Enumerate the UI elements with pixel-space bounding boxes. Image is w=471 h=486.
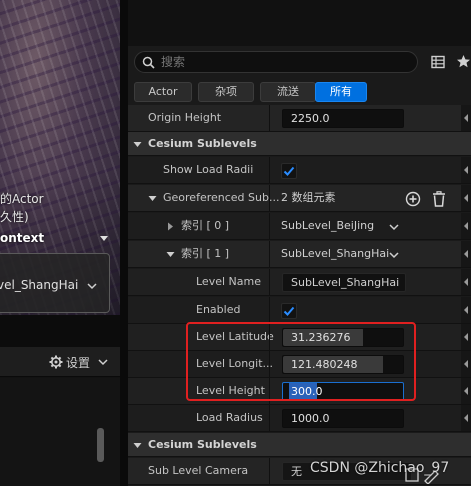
category-cesium-sublevels[interactable]: Cesium Sublevels [128,132,471,156]
column-divider[interactable] [269,105,270,131]
scrollbar-thumb[interactable] [97,428,104,462]
reset-arrow[interactable] [461,105,471,131]
chevron-down-icon[interactable] [389,250,399,260]
property-label: Georeferenced Sub... [163,191,280,204]
origin-height-input[interactable]: 2250.0 [282,109,404,128]
chevron-down-icon[interactable] [98,357,108,367]
array-count: 2 数组元素 [281,191,336,204]
search-input[interactable] [161,53,411,71]
column-divider[interactable] [269,269,270,295]
check-icon [283,306,295,316]
column-divider[interactable] [269,297,270,323]
load-radius-input[interactable]: 1000.0 [282,409,404,428]
panel-divider [0,315,120,347]
column-divider[interactable] [269,458,270,484]
reset-arrow[interactable] [461,157,471,183]
star-icon[interactable] [456,54,471,69]
reset-arrow[interactable] [461,269,471,295]
filter-tab-streaming[interactable]: 流送 [260,82,316,102]
column-divider[interactable] [269,157,270,183]
property-row-origin-height: Origin Height 2250.0 [128,105,471,132]
reset-arrow[interactable] [461,378,471,404]
filter-tab-misc[interactable]: 杂项 [198,82,254,102]
column-divider[interactable] [269,185,270,211]
column-divider[interactable] [269,405,270,431]
reset-arrow[interactable] [461,213,471,239]
reset-arrow[interactable] [461,241,471,267]
reset-arrow[interactable] [461,405,471,431]
gear-icon[interactable] [49,355,63,369]
outliner-toolbar: 设置 [0,347,120,377]
property-row-index-1: 索引 [ 1 ] SubLevel_ShangHai [128,241,471,268]
chevron-down-icon [133,142,142,147]
dropdown-arrow-icon[interactable] [98,232,110,244]
property-label: Sub Level Camera [148,464,249,477]
level-name-input[interactable]: SubLevel_ShangHai [282,273,406,292]
chevron-down-icon [87,283,97,290]
settings-button[interactable]: 设置 [66,354,90,371]
chevron-down-icon[interactable] [148,194,157,203]
chevron-down-icon[interactable] [166,250,175,259]
property-label: Show Load Radii [163,163,254,176]
number-value: 1000.0 [291,412,330,425]
property-row-georeferenced-sublevels: Georeferenced Sub... 2 数组元素 [128,185,471,212]
chevron-down-icon[interactable] [389,222,399,232]
search-icon [142,56,155,69]
filter-tab-actor[interactable]: Actor [134,82,192,102]
show-load-radii-checkbox[interactable] [281,163,297,179]
annotation-highlight-box [186,322,416,401]
details-panel: Actor 杂项 流送 所有 Origin Height 2250.0 Cesi… [128,0,471,486]
details-header [128,0,471,46]
chevron-right-icon[interactable] [166,222,175,231]
property-row-level-name: Level Name SubLevel_ShangHai [128,269,471,296]
column-divider[interactable] [269,241,270,267]
number-value: 2250.0 [291,112,330,125]
filter-tab-all[interactable]: 所有 [315,82,367,102]
property-row-enabled: Enabled [128,297,471,324]
reset-arrow[interactable] [461,185,471,211]
viewport-label-persistent: 久性) [0,210,29,224]
category-label: Cesium Sublevels [148,438,257,451]
property-label: 索引 [ 0 ] [181,219,230,232]
add-element-icon[interactable] [405,191,421,207]
property-row-index-0: 索引 [ 0 ] SubLevel_BeiJing [128,213,471,240]
column-divider[interactable] [269,213,270,239]
check-icon [283,166,295,176]
sublevel-combo[interactable]: vel_ShangHai [0,253,110,313]
reset-arrow[interactable] [461,351,471,377]
table-view-icon[interactable] [431,55,445,69]
property-label: Origin Height [148,111,222,124]
category-label: Cesium Sublevels [148,137,257,150]
trash-icon[interactable] [432,191,446,207]
left-pane: 的Actor 久性) ontext vel_ShangHai 设置 [0,0,120,486]
property-label: Level Name [196,275,261,288]
viewport-label-actor: 的Actor [0,192,44,206]
enabled-checkbox[interactable] [281,303,297,319]
property-row-load-radius: Load Radius 1000.0 [128,405,471,432]
reset-arrow[interactable] [461,324,471,350]
category-cesium-sublevels[interactable]: Cesium Sublevels [128,433,471,457]
property-label: 索引 [ 1 ] [181,247,230,260]
chevron-down-icon [133,443,142,448]
property-label: Enabled [196,303,241,316]
sublevel-combo-value: vel_ShangHai [0,278,79,292]
splitter[interactable] [120,0,128,486]
index-0-value[interactable]: SubLevel_BeiJing [281,213,374,239]
property-row-show-load-radii: Show Load Radii [128,157,471,184]
index-1-value[interactable]: SubLevel_ShangHai [281,241,389,267]
search-bar[interactable] [134,51,418,73]
reset-arrow[interactable] [461,297,471,323]
watermark-text: CSDN @Zhichao_97 [310,460,450,476]
property-label: Load Radius [196,411,263,424]
